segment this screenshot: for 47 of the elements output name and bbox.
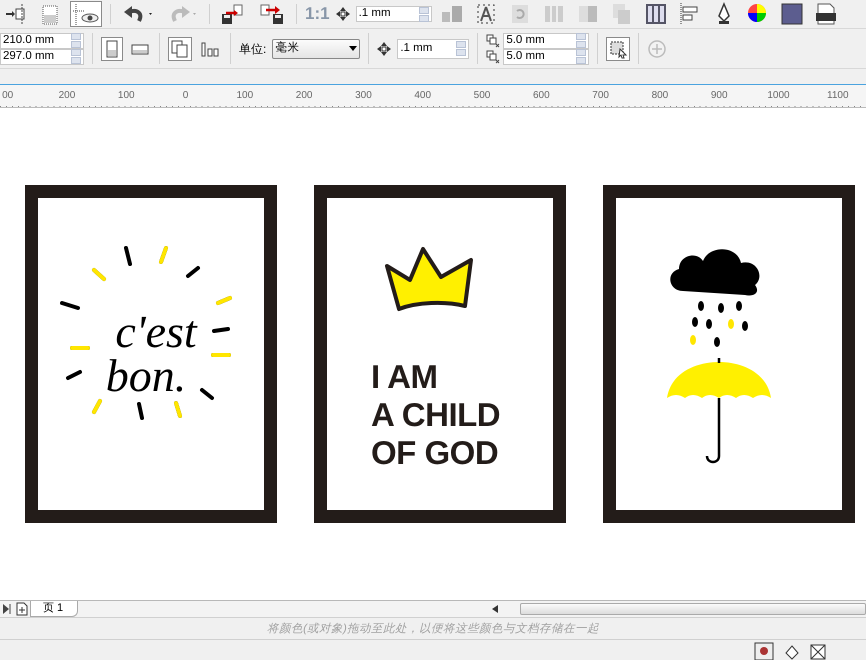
page-tab[interactable]: 页 1 bbox=[30, 601, 78, 617]
units-label: 单位: bbox=[239, 40, 266, 58]
ruler-label: 00 bbox=[1, 89, 14, 103]
ruler-label: 500 bbox=[472, 89, 492, 103]
lettering-text: bon. bbox=[106, 354, 186, 398]
duplicate-x-icon bbox=[486, 34, 500, 48]
table-icon bbox=[644, 2, 668, 26]
palette-hint: 将颜色(或对象)拖动至此处，以便将这些颜色与文档存储在一起 bbox=[0, 618, 866, 640]
add-icon bbox=[647, 38, 668, 58]
treat-as-filled-icon bbox=[608, 38, 628, 58]
no-outline-icon bbox=[810, 644, 826, 660]
nudge-icon bbox=[377, 42, 392, 56]
view-icon bbox=[72, 3, 100, 25]
ruler-label: 600 bbox=[532, 89, 551, 103]
all-pages-button[interactable] bbox=[168, 36, 192, 60]
horizontal-scrollbar[interactable] bbox=[520, 603, 866, 615]
nudge-icon bbox=[336, 7, 350, 21]
outline-pen-icon bbox=[784, 644, 800, 660]
load-page-icon bbox=[258, 2, 286, 26]
scroll-left-icon bbox=[492, 605, 498, 613]
poster-text: I AM bbox=[371, 358, 438, 396]
ruler-label: 200 bbox=[58, 89, 76, 103]
ruler-label: 1100 bbox=[826, 89, 850, 103]
ruler-label: 200 bbox=[294, 89, 314, 103]
ruler-label: 100 bbox=[116, 89, 136, 103]
poster-text: A CHILD bbox=[371, 396, 500, 434]
treat-as-filled-button[interactable] bbox=[606, 36, 630, 60]
color-swatch-icon bbox=[780, 2, 804, 26]
poster-text: OF GOD bbox=[371, 434, 498, 472]
ruler-label: 800 bbox=[650, 89, 670, 103]
ruler-label: 700 bbox=[591, 89, 610, 103]
units-dropdown[interactable]: 毫米 bbox=[272, 38, 360, 58]
all-pages-icon bbox=[170, 38, 190, 58]
caret-icon bbox=[349, 46, 358, 51]
duplicate-y-icon bbox=[486, 50, 500, 64]
ruler-label: 300 bbox=[354, 89, 373, 103]
lettering-text: c'est bbox=[115, 310, 197, 354]
add-page-button[interactable] bbox=[14, 601, 30, 617]
ruler-label: 900 bbox=[710, 89, 729, 103]
ruler-label: 400 bbox=[413, 89, 432, 103]
ruler-label: 0 bbox=[182, 89, 190, 103]
ruler-label: 100 bbox=[235, 89, 254, 103]
fill-color-icon bbox=[754, 642, 774, 660]
portrait-button[interactable] bbox=[101, 36, 123, 60]
last-page-icon bbox=[2, 603, 12, 615]
view-button[interactable] bbox=[70, 1, 102, 27]
ruler-label: 1000 bbox=[766, 89, 791, 103]
